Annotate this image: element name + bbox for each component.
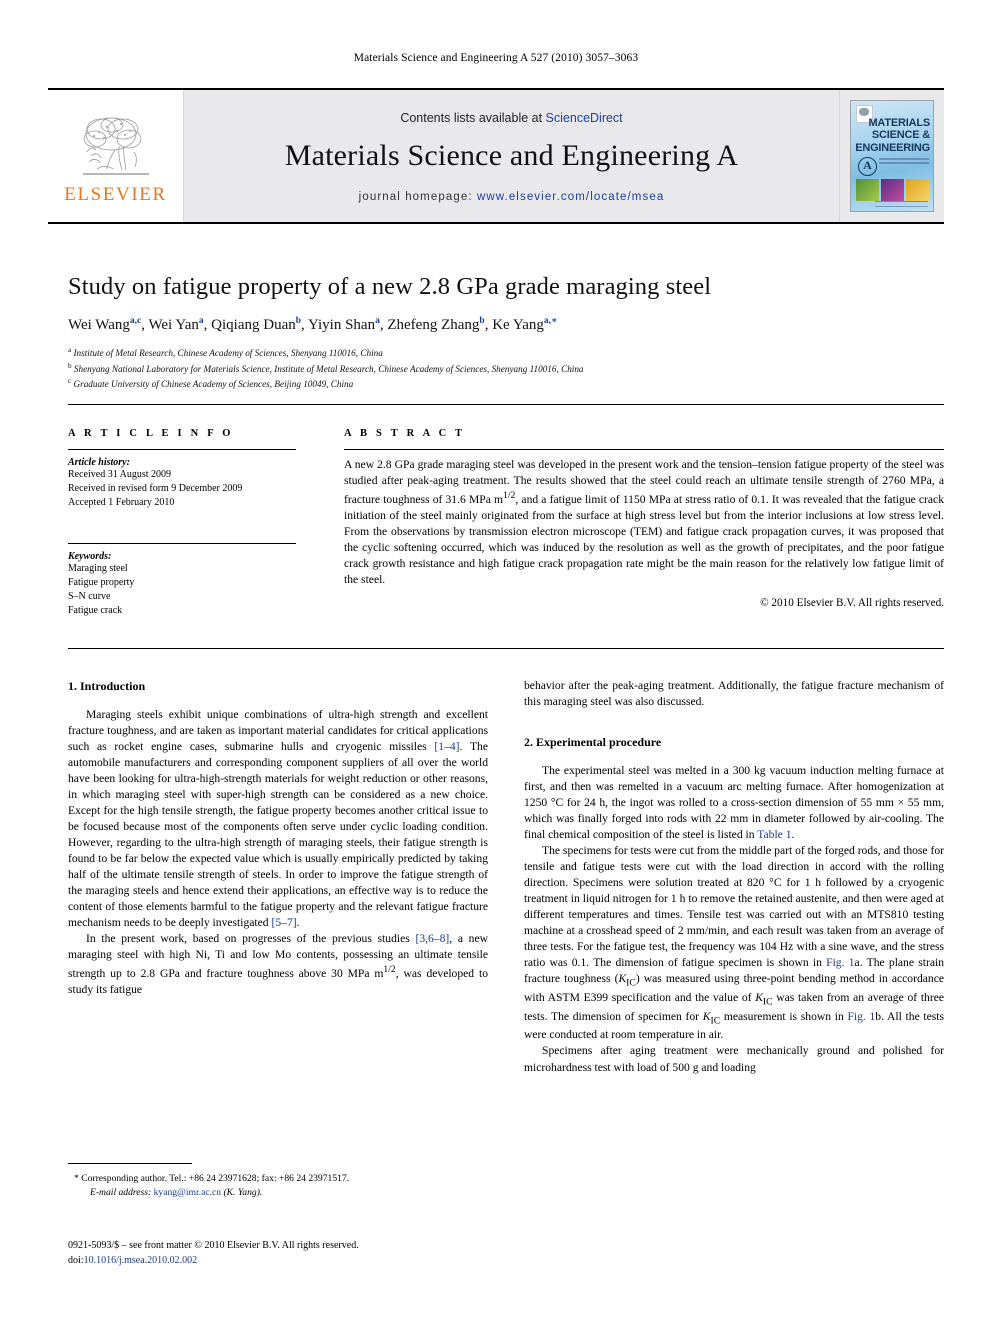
doi-label: doi: [68, 1255, 84, 1266]
history-revised: Received in revised form 9 December 2009 [68, 483, 243, 495]
affiliation-a: a Institute of Metal Research, Chinese A… [68, 345, 944, 360]
cover-title-line1: MATERIALS [868, 117, 930, 129]
experimental-paragraph-2: The specimens for tests were cut from th… [524, 843, 945, 1042]
journal-title: Materials Science and Engineering A [284, 139, 739, 172]
article-info-rule [68, 449, 296, 450]
experimental-paragraph-3: Specimens after aging treatment were mec… [524, 1044, 944, 1074]
author-list: Wei Wanga,c, Wei Yana, Qiqiang Duanb, Yi… [68, 316, 558, 334]
keywords-label: Keywords: [68, 550, 112, 562]
abstract-bottom-divider [68, 648, 944, 649]
cover-micrograph-gold [906, 179, 929, 201]
homepage-url-link[interactable]: www.elsevier.com/locate/msea [477, 191, 664, 203]
section-heading-introduction: 1. Introduction [68, 679, 146, 693]
section-heading-experimental: 2. Experimental procedure [524, 735, 662, 750]
header-divider [68, 404, 944, 405]
body-column-right: behavior after the peak-aging treatment.… [524, 678, 944, 1076]
imprint-block: 0921-5093/$ – see front matter © 2010 El… [68, 1238, 528, 1268]
corresponding-author-line: * Corresponding author. Tel.: +86 24 239… [74, 1173, 350, 1184]
cover-micrograph-strip [856, 179, 929, 201]
journal-cover-thumbnail[interactable]: MATERIALS SCIENCE & ENGINEERING A [850, 100, 934, 212]
email-address-line: E-mail address: kyang@imr.ac.cn (K. Yang… [68, 1186, 488, 1200]
keyword-item: S–N curve [68, 590, 111, 602]
page-title: Study on fatigue property of a new 2.8 G… [68, 273, 712, 300]
abstract-heading: A B S T R A C T [344, 428, 466, 439]
journal-cover-cell: MATERIALS SCIENCE & ENGINEERING A [839, 90, 944, 222]
email-label: E-mail address: [90, 1187, 152, 1199]
article-info-column: A R T I C L E I N F O Article history: R… [68, 428, 296, 618]
keyword-item: Fatigue property [68, 576, 135, 588]
elsevier-wordmark: ELSEVIER [64, 184, 167, 205]
email-link[interactable]: kyang@imr.ac.cn [154, 1187, 221, 1198]
journal-masthead: ELSEVIER Contents lists available at Sci… [48, 88, 944, 224]
homepage-label: journal homepage: [358, 191, 473, 203]
intro-paragraph-1: Maraging steels exhibit unique combinati… [68, 707, 488, 930]
cover-title: MATERIALS SCIENCE & ENGINEERING [855, 117, 930, 154]
cover-footer-mark [875, 200, 928, 207]
affiliation-c: c Graduate University of Chinese Academy… [68, 376, 944, 391]
elsevier-logo: ELSEVIER [48, 90, 184, 222]
affiliation-a-text: Institute of Metal Research, Chinese Aca… [73, 348, 383, 359]
email-suffix: (K. Yang). [221, 1187, 263, 1199]
abstract-column: A B S T R A C T A new 2.8 GPa grade mara… [344, 428, 944, 609]
affiliation-list: a Institute of Metal Research, Chinese A… [68, 345, 944, 391]
cover-subtitle-lines [879, 158, 929, 174]
body-column-left: 1. Introduction Maraging steels exhibit … [68, 678, 488, 998]
cover-micrograph-purple [881, 179, 904, 201]
contents-available-line: Contents lists available at ScienceDirec… [400, 111, 622, 125]
keyword-item: Fatigue crack [68, 605, 123, 617]
title-block: Study on fatigue property of a new 2.8 G… [68, 272, 944, 391]
article-info-heading: A R T I C L E I N F O [68, 428, 234, 439]
affiliation-b: b Shenyang National Laboratory for Mater… [68, 361, 944, 376]
abstract-text: A new 2.8 GPa grade maraging steel was d… [344, 458, 945, 587]
affiliation-b-text: Shenyang National Laboratory for Materia… [73, 363, 584, 374]
corresponding-author-footnote: * Corresponding author. Tel.: +86 24 239… [68, 1172, 488, 1201]
doi-line: doi:10.1016/j.msea.2010.02.002 [68, 1253, 528, 1268]
affiliation-mark-b: b [68, 361, 72, 370]
intro-paragraph-2: In the present work, based on progresses… [68, 932, 488, 997]
contents-prefix: Contents lists available at [400, 111, 546, 125]
cover-title-line2: SCIENCE & [871, 129, 930, 142]
abstract-rule [344, 449, 944, 450]
sciencedirect-link[interactable]: ScienceDirect [546, 111, 623, 125]
history-accepted: Accepted 1 February 2010 [68, 497, 175, 509]
keywords-rule [68, 542, 296, 544]
cover-micrograph-green [856, 179, 879, 201]
keyword-item: Maraging steel [68, 562, 128, 574]
footnote-divider [68, 1163, 192, 1164]
affiliation-mark-c: c [68, 377, 72, 386]
doi-link[interactable]: 10.1016/j.msea.2010.02.002 [84, 1255, 198, 1266]
affiliation-c-text: Graduate University of Chinese Academy o… [73, 379, 354, 390]
imprint-line: 0921-5093/$ – see front matter © 2010 El… [68, 1240, 359, 1251]
abstract-copyright: © 2010 Elsevier B.V. All rights reserved… [760, 597, 944, 610]
affiliation-mark-a: a [68, 346, 72, 355]
experimental-paragraph-1: The experimental steel was melted in a 3… [524, 763, 944, 841]
journal-band: Contents lists available at ScienceDirec… [184, 90, 839, 222]
elsevier-tree-icon [82, 117, 149, 175]
article-history-label: Article history: [68, 457, 130, 468]
keywords-block: Keywords: Maraging steel Fatigue propert… [68, 542, 296, 619]
running-head: Materials Science and Engineering A 527 … [353, 52, 639, 64]
paper-page: Materials Science and Engineering A 527 … [0, 0, 992, 1323]
cover-series-a-badge: A [858, 157, 877, 176]
journal-homepage-line: journal homepage: www.elsevier.com/locat… [359, 191, 665, 203]
intro-paragraph-2-cont: behavior after the peak-aging treatment.… [524, 679, 944, 709]
history-received: Received 31 August 2009 [68, 469, 172, 480]
cover-title-line3: ENGINEERING [855, 141, 930, 154]
